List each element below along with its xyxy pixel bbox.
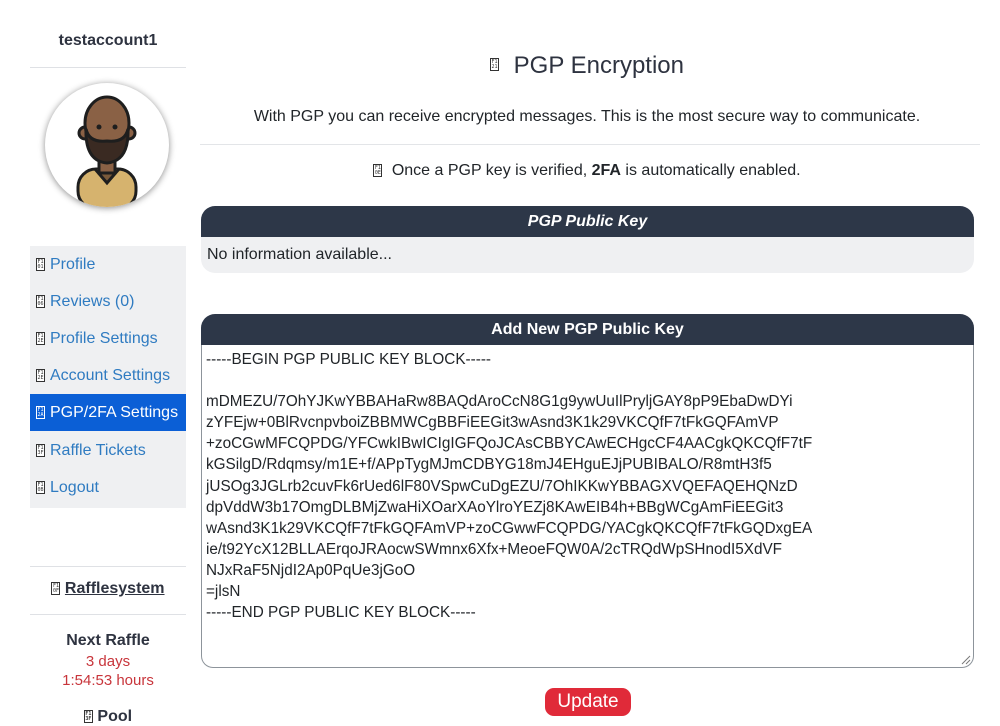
pool-label: F1 3F Pool: [30, 708, 186, 726]
sidebar-item-label: Raffle Tickets: [50, 441, 146, 459]
next-raffle-label: Next Raffle: [66, 632, 150, 649]
page-title-text: PGP Encryption: [513, 52, 684, 79]
divider: [30, 614, 186, 615]
raffle-section-title: F1 0F Rafflesystem: [30, 580, 186, 598]
pgp-key-text: -----BEGIN PGP PUBLIC KEY BLOCK----- mDM…: [206, 351, 813, 622]
pgp-public-key-value: No information available...: [201, 237, 974, 273]
pool-icon: F1 3F: [83, 710, 93, 724]
sidebar-item-label: Profile Settings: [50, 329, 158, 347]
account-settings-icon: F1 2E: [36, 369, 45, 382]
pgp-key-textarea[interactable]: -----BEGIN PGP PUBLIC KEY BLOCK----- mDM…: [201, 345, 974, 668]
sidebar-item-label: Logout: [50, 478, 99, 496]
divider: [30, 566, 186, 567]
add-key-header: Add New PGP Public Key: [201, 314, 974, 345]
sidebar-item-raffle-tickets[interactable]: F1 3F Raffle Tickets: [30, 432, 186, 469]
avatar: [45, 83, 169, 207]
username: testaccount1: [58, 32, 158, 49]
logout-icon: F1 0B: [36, 481, 45, 494]
twofa-notice: F1 0E Once a PGP key is verified, 2FA is…: [200, 162, 974, 180]
notice-suffix: is automatically enabled.: [620, 162, 801, 179]
intro-text: With PGP you can receive encrypted messa…: [253, 108, 921, 125]
sidebar-item-logout[interactable]: F1 0B Logout: [30, 469, 186, 506]
info-icon: F1 0E: [373, 164, 383, 178]
divider: [200, 144, 980, 145]
countdown-time: 1:54:53 hours: [62, 672, 154, 689]
countdown-days: 3 days: [85, 653, 131, 670]
sidebar-nav: F1 01 Profile F1 06 Reviews (0) F1 2E Pr…: [30, 246, 186, 508]
add-key-card: Add New PGP Public Key: [201, 314, 974, 345]
sidebar-item-profile-settings[interactable]: F1 2E Profile Settings: [30, 320, 186, 357]
divider: [30, 67, 186, 68]
raffle-ticket-icon: F1 3F: [36, 444, 45, 457]
rafflesystem-link[interactable]: Rafflesystem: [65, 580, 165, 597]
sidebar-item-label: Account Settings: [50, 366, 171, 384]
profile-icon: F1 01: [36, 258, 45, 271]
sidebar-item-pgp-2fa-settings[interactable]: F1 2A PGP/2FA Settings: [30, 394, 186, 431]
page-title: F1 21 PGP Encryption: [200, 52, 974, 80]
avatar-illustration: [76, 95, 138, 207]
sidebar-item-account-settings[interactable]: F1 2E Account Settings: [30, 357, 186, 394]
pool-text: Pool: [97, 708, 133, 725]
pgp-public-key-header: PGP Public Key: [201, 206, 974, 237]
raffle-icon: F1 0F: [51, 582, 61, 596]
pgp-public-key-card: PGP Public Key No information available.…: [201, 206, 974, 273]
sidebar-item-label: Reviews (0): [50, 292, 135, 310]
sidebar-item-reviews[interactable]: F1 06 Reviews (0): [30, 283, 186, 320]
sidebar: testaccount1 F1 01 Profile F1 06 Reviews…: [30, 0, 186, 726]
main-content: F1 21 PGP Encryption With PGP you can re…: [200, 0, 980, 726]
update-button[interactable]: Update: [545, 688, 631, 716]
sidebar-item-label: PGP/2FA Settings: [50, 403, 179, 421]
notice-prefix: Once a PGP key is verified,: [391, 162, 592, 179]
reviews-icon: F1 06: [36, 295, 45, 308]
notice-bold: 2FA: [591, 162, 621, 179]
pgp-icon: F1 2A: [36, 406, 45, 419]
resize-handle-icon[interactable]: [959, 653, 971, 665]
sidebar-item-label: Profile: [50, 255, 96, 273]
pgp-title-icon: F1 21: [490, 58, 499, 71]
profile-settings-icon: F1 2E: [36, 332, 45, 345]
sidebar-item-profile[interactable]: F1 01 Profile: [30, 246, 186, 283]
